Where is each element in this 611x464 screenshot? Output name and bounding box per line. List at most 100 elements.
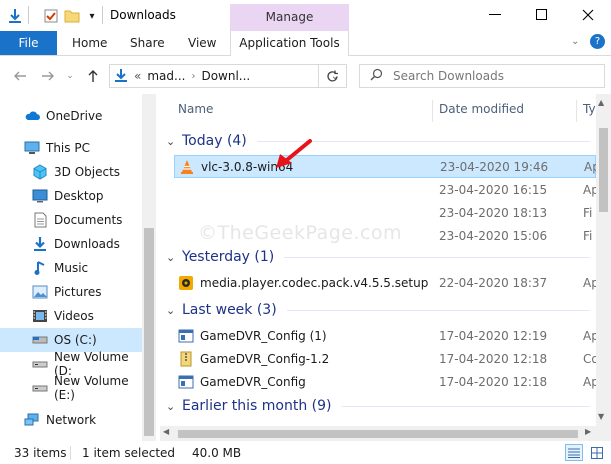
file-list: Name Date modified Ty ⌄ Today (4) vlc-3.… bbox=[160, 94, 596, 441]
nav-item-new-volume-d[interactable]: New Volume (D: bbox=[0, 350, 142, 378]
document-icon bbox=[32, 212, 48, 228]
up-arrow-icon[interactable] bbox=[83, 66, 103, 86]
scroll-left-icon[interactable]: ◀ bbox=[163, 427, 169, 436]
refresh-icon[interactable] bbox=[318, 64, 347, 88]
network-icon bbox=[24, 412, 40, 428]
red-arrow-annotation-icon bbox=[270, 138, 314, 175]
file-row[interactable]: GameDVR_Config 17-04-2020 12:18 Ap bbox=[174, 370, 596, 393]
drive-icon bbox=[32, 380, 48, 396]
address-bar[interactable]: « mad... › Downl... ⌄ bbox=[109, 64, 347, 88]
status-bar: 33 items 1 item selected 40.0 MB bbox=[0, 441, 611, 464]
tab-view[interactable]: View bbox=[188, 31, 216, 55]
file-name: GameDVR_Config bbox=[200, 374, 306, 389]
file-row[interactable]: media.player.codec.pack.v4.5.5.setup 22-… bbox=[174, 271, 596, 294]
minimize-icon[interactable] bbox=[480, 4, 510, 26]
file-row[interactable]: GameDVR_Config-1.2 17-04-2020 12:18 Co bbox=[174, 347, 596, 370]
title-bar: ▾ Downloads Manage bbox=[0, 0, 611, 31]
file-row[interactable]: 23-04-2020 16:15 Ap bbox=[174, 178, 596, 201]
nav-label: Videos bbox=[54, 309, 94, 323]
column-header-type[interactable]: Ty bbox=[583, 102, 596, 116]
qa-dropdown-icon[interactable]: ▾ bbox=[83, 6, 101, 26]
nav-item-3d-objects[interactable]: 3D Objects bbox=[0, 160, 142, 184]
cloud-icon bbox=[24, 108, 40, 124]
tab-file[interactable]: File bbox=[0, 31, 57, 55]
column-separator[interactable] bbox=[576, 100, 577, 122]
nav-item-videos[interactable]: Videos bbox=[0, 304, 142, 328]
qa-separator bbox=[28, 6, 29, 24]
nav-item-onedrive[interactable]: OneDrive bbox=[0, 104, 142, 128]
vertical-scrollbar-thumb[interactable] bbox=[599, 128, 608, 212]
nav-scrollbar-thumb[interactable] bbox=[144, 228, 154, 436]
search-placeholder: Search Downloads bbox=[393, 69, 504, 83]
column-header-date[interactable]: Date modified bbox=[439, 102, 524, 116]
group-label: Last week (3) bbox=[182, 302, 277, 318]
window-title: Downloads bbox=[110, 8, 176, 22]
properties-qa-icon[interactable] bbox=[6, 6, 24, 26]
file-row[interactable]: vlc-3.0.8-win64 23-04-2020 19:46 Ap bbox=[174, 155, 596, 178]
tab-share[interactable]: Share bbox=[130, 31, 165, 55]
file-row[interactable]: GameDVR_Config (1) 17-04-2020 12:19 Ap bbox=[174, 324, 596, 347]
file-date: 23-04-2020 16:15 bbox=[439, 182, 548, 197]
file-type: Fi bbox=[583, 228, 593, 243]
scroll-up-icon[interactable]: ▲ bbox=[598, 98, 604, 107]
nav-item-this-pc[interactable]: This PC bbox=[0, 136, 142, 160]
breadcrumb-downloads[interactable]: Downl... bbox=[201, 69, 250, 83]
breadcrumb-user[interactable]: mad... bbox=[147, 69, 185, 83]
details-view-icon[interactable] bbox=[565, 444, 583, 461]
selection-size: 40.0 MB bbox=[192, 445, 242, 460]
group-header-earlier-this-month[interactable]: ⌄ Earlier this month (9) bbox=[166, 396, 590, 416]
nav-item-music[interactable]: Music bbox=[0, 256, 142, 280]
group-divider bbox=[284, 256, 590, 258]
column-header-name[interactable]: Name bbox=[178, 102, 213, 116]
group-header-yesterday[interactable]: ⌄ Yesterday (1) bbox=[166, 247, 590, 267]
horizontal-scrollbar-thumb[interactable] bbox=[178, 430, 578, 438]
file-type: Ap bbox=[583, 182, 596, 197]
back-arrow-icon[interactable] bbox=[10, 66, 30, 86]
drive-icon bbox=[32, 356, 48, 372]
breadcrumb-chevron-icon: › bbox=[191, 70, 196, 82]
nav-item-desktop[interactable]: Desktop bbox=[0, 184, 142, 208]
maximize-icon[interactable] bbox=[527, 4, 557, 26]
close-icon[interactable] bbox=[573, 4, 603, 26]
nav-label: Documents bbox=[54, 213, 123, 227]
nav-label: OneDrive bbox=[46, 109, 103, 123]
checkmark-qa-icon[interactable] bbox=[42, 6, 60, 26]
recent-locations-icon[interactable]: ⌄ bbox=[60, 66, 80, 86]
column-separator[interactable] bbox=[432, 100, 433, 122]
folder-qa-icon[interactable] bbox=[63, 6, 81, 26]
breadcrumb-overflow[interactable]: « bbox=[134, 69, 141, 83]
nav-label: Music bbox=[54, 261, 89, 275]
file-date: 23-04-2020 15:06 bbox=[439, 228, 548, 243]
nav-item-documents[interactable]: Documents bbox=[0, 208, 142, 232]
large-icons-view-icon[interactable] bbox=[588, 444, 606, 461]
tab-application-tools[interactable]: Application Tools bbox=[230, 31, 349, 56]
blank-file-icon bbox=[178, 228, 194, 244]
file-name: GameDVR_Config-1.2 bbox=[200, 351, 330, 366]
computer-icon bbox=[24, 140, 40, 156]
zip-icon bbox=[178, 351, 194, 367]
nav-item-pictures[interactable]: Pictures bbox=[0, 280, 142, 304]
ribbon-collapse-icon[interactable]: ⌄ bbox=[571, 36, 579, 47]
file-type: Fi bbox=[583, 205, 593, 220]
nav-item-network[interactable]: Network bbox=[0, 408, 142, 432]
nav-item-os-c[interactable]: OS (C:) bbox=[0, 328, 142, 352]
group-header-today[interactable]: ⌄ Today (4) bbox=[166, 131, 590, 151]
nav-item-downloads[interactable]: Downloads bbox=[0, 232, 142, 256]
download-icon bbox=[32, 236, 48, 252]
search-box[interactable]: Search Downloads bbox=[359, 64, 605, 88]
scroll-down-icon[interactable]: ▼ bbox=[598, 412, 604, 421]
help-icon[interactable]: ? bbox=[590, 34, 605, 49]
manage-tab[interactable]: Manage bbox=[230, 4, 349, 31]
nav-item-new-volume-e[interactable]: New Volume (E:) bbox=[0, 374, 142, 402]
group-label: Today (4) bbox=[182, 133, 247, 149]
installer-icon bbox=[178, 275, 194, 291]
forward-arrow-icon[interactable] bbox=[38, 66, 58, 86]
group-header-last-week[interactable]: ⌄ Last week (3) bbox=[166, 300, 590, 320]
file-date: 17-04-2020 12:19 bbox=[439, 328, 548, 343]
music-icon bbox=[32, 260, 48, 276]
tab-home[interactable]: Home bbox=[72, 31, 107, 55]
config-icon bbox=[178, 328, 194, 344]
scroll-right-icon[interactable]: ▶ bbox=[585, 427, 591, 436]
status-separator bbox=[70, 445, 71, 460]
file-row[interactable]: 23-04-2020 18:13 Fi bbox=[174, 201, 596, 224]
